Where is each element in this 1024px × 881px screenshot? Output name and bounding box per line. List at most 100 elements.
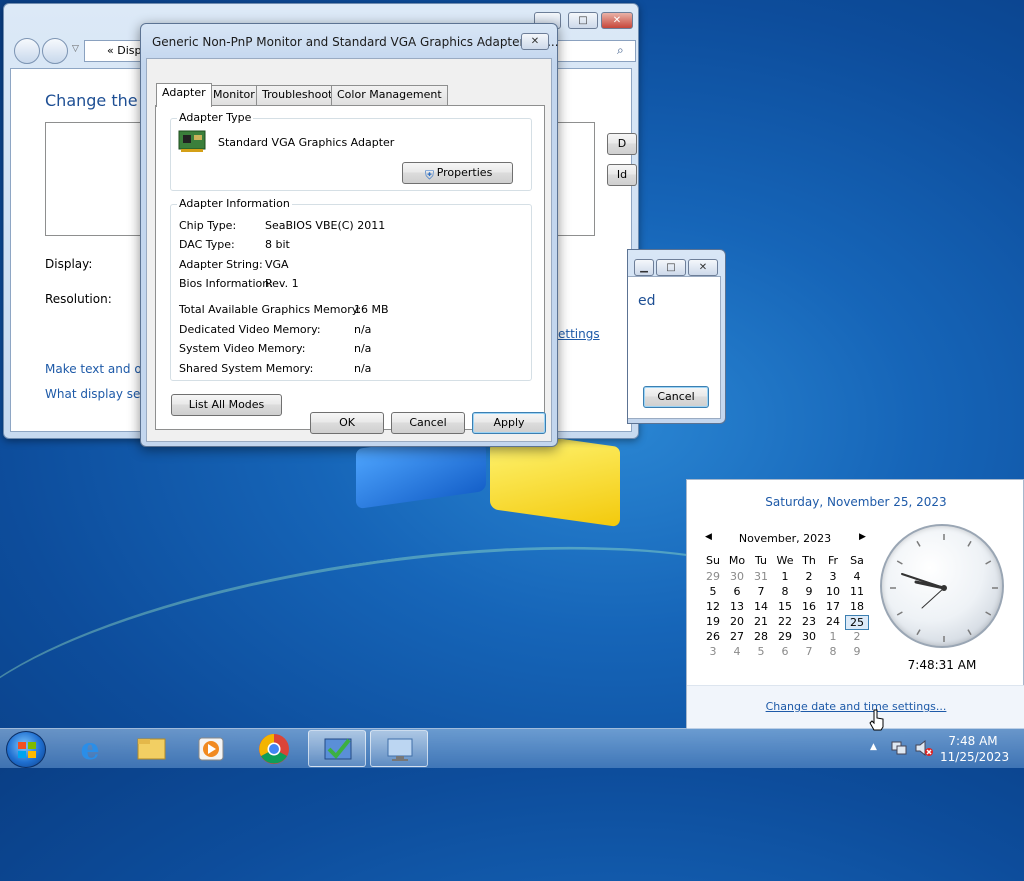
detect-button[interactable]: D xyxy=(607,133,637,155)
calendar-day[interactable]: 30 xyxy=(725,570,749,583)
calendar-day[interactable]: 28 xyxy=(749,630,773,643)
list-all-modes-button[interactable]: List All Modes xyxy=(171,394,282,416)
close-button[interactable]: ✕ xyxy=(601,12,633,29)
display-settings-task-icon[interactable] xyxy=(370,730,428,767)
calendar-day[interactable]: 22 xyxy=(773,615,797,628)
calendar-day[interactable]: 4 xyxy=(725,645,749,658)
calendar-day[interactable]: 8 xyxy=(821,645,845,658)
cancel-button[interactable]: Cancel xyxy=(643,386,709,408)
calendar-day[interactable]: 23 xyxy=(797,615,821,628)
text-size-link[interactable]: Make text and oth xyxy=(45,362,154,376)
calendar-day[interactable]: 1 xyxy=(821,630,845,643)
calendar-day[interactable]: 8 xyxy=(773,585,797,598)
calendar-day[interactable]: 1 xyxy=(773,570,797,583)
dialog-body: Adapter Monitor Troubleshoot Color Manag… xyxy=(146,58,552,442)
volume-muted-icon[interactable] xyxy=(914,739,934,757)
calendar-day[interactable]: 12 xyxy=(701,600,725,613)
search-icon[interactable]: ⌕ xyxy=(617,43,624,58)
identify-button[interactable]: Id xyxy=(607,164,637,186)
apply-button[interactable]: Apply xyxy=(472,412,546,434)
calendar-day[interactable]: 29 xyxy=(701,570,725,583)
calendar-day[interactable]: 16 xyxy=(797,600,821,613)
dialog-title: Generic Non-PnP Monitor and Standard VGA… xyxy=(152,35,559,49)
calendar-day[interactable]: 7 xyxy=(749,585,773,598)
maximize-button[interactable]: □ xyxy=(568,12,598,29)
calendar-day[interactable]: 19 xyxy=(701,615,725,628)
group-label: Adapter Information xyxy=(177,197,292,210)
calendar-day[interactable]: 31 xyxy=(749,570,773,583)
taskbar-clock[interactable]: 7:48 AM 11/25/2023 xyxy=(940,733,1009,765)
calendar-day[interactable]: 2 xyxy=(845,630,869,643)
change-date-time-settings-link[interactable]: Change date and time settings... xyxy=(687,700,1024,713)
file-explorer-icon[interactable] xyxy=(122,730,180,767)
network-icon[interactable] xyxy=(890,739,908,757)
calendar-day[interactable]: 3 xyxy=(701,645,725,658)
calendar-day[interactable]: 26 xyxy=(701,630,725,643)
calendar-day[interactable]: 17 xyxy=(821,600,845,613)
calendar-day[interactable]: 2 xyxy=(797,570,821,583)
properties-button[interactable]: ⛨ Properties xyxy=(402,162,513,184)
tab-monitor[interactable]: Monitor xyxy=(207,85,261,105)
hand-cursor-icon xyxy=(869,709,884,731)
calendar-day[interactable]: 25 xyxy=(845,615,869,630)
start-button[interactable] xyxy=(6,731,46,768)
shared-memory-value: n/a xyxy=(354,362,372,375)
properties-task-icon[interactable] xyxy=(308,730,366,767)
next-month-icon[interactable]: ▶ xyxy=(859,532,866,542)
adapter-string-key: Adapter String: xyxy=(179,258,263,271)
calendar-day[interactable]: 20 xyxy=(725,615,749,628)
weekday-header: Fr xyxy=(827,554,839,567)
chevron-down-icon[interactable]: ▽ xyxy=(72,44,79,54)
taskbar-time: 7:48 AM xyxy=(948,734,998,748)
calendar-day[interactable]: 6 xyxy=(773,645,797,658)
system-memory-key: System Video Memory: xyxy=(179,342,306,355)
maximize-button[interactable]: □ xyxy=(656,259,686,276)
month-label[interactable]: November, 2023 xyxy=(687,532,883,545)
calendar-day[interactable]: 9 xyxy=(845,645,869,658)
chrome-icon[interactable] xyxy=(245,730,303,767)
forward-icon[interactable] xyxy=(42,38,68,64)
tab-adapter[interactable]: Adapter xyxy=(156,83,212,107)
close-button[interactable]: ✕ xyxy=(521,33,549,50)
weekday-header: Th xyxy=(802,554,816,567)
analog-clock xyxy=(880,524,1004,648)
calendar-day[interactable]: 24 xyxy=(821,615,845,628)
bios-info-value: Rev. 1 xyxy=(265,277,299,290)
minimize-button[interactable]: ▁ xyxy=(634,259,654,276)
close-button[interactable]: ✕ xyxy=(688,259,718,276)
calendar-day[interactable]: 9 xyxy=(797,585,821,598)
tab-color-management[interactable]: Color Management xyxy=(331,85,448,105)
calendar-day[interactable]: 18 xyxy=(845,600,869,613)
resolution-label: Resolution: xyxy=(45,292,112,306)
calendar-day[interactable]: 14 xyxy=(749,600,773,613)
calendar-day[interactable]: 29 xyxy=(773,630,797,643)
back-icon[interactable] xyxy=(14,38,40,64)
calendar-day[interactable]: 30 xyxy=(797,630,821,643)
calendar-day[interactable]: 7 xyxy=(797,645,821,658)
calendar-day[interactable]: 11 xyxy=(845,585,869,598)
tab-troubleshoot[interactable]: Troubleshoot xyxy=(256,85,339,105)
calendar-day[interactable]: 10 xyxy=(821,585,845,598)
show-hidden-icons[interactable]: ▲ xyxy=(870,742,877,752)
long-date-link[interactable]: Saturday, November 25, 2023 xyxy=(687,495,1024,509)
calendar-day[interactable]: 5 xyxy=(749,645,773,658)
dac-type-value: 8 bit xyxy=(265,238,290,251)
chip-type-key: Chip Type: xyxy=(179,219,237,232)
cancel-button[interactable]: Cancel xyxy=(391,412,465,434)
calendar-day[interactable]: 5 xyxy=(701,585,725,598)
adapter-string-value: VGA xyxy=(265,258,289,271)
calendar-day[interactable]: 6 xyxy=(725,585,749,598)
internet-explorer-icon[interactable]: e xyxy=(61,730,119,767)
calendar-day[interactable]: 27 xyxy=(725,630,749,643)
calendar-day[interactable]: 15 xyxy=(773,600,797,613)
calendar-day[interactable]: 13 xyxy=(725,600,749,613)
calendar-day[interactable]: 3 xyxy=(821,570,845,583)
calendar-day[interactable]: 21 xyxy=(749,615,773,628)
calendar-day[interactable]: 4 xyxy=(845,570,869,583)
ok-button[interactable]: OK xyxy=(310,412,384,434)
advanced-settings-link[interactable]: ettings xyxy=(558,327,600,341)
secondary-dialog: ▁ □ ✕ ed Cancel xyxy=(627,249,726,424)
flyout-footer: Change date and time settings... xyxy=(687,685,1024,729)
media-player-icon[interactable] xyxy=(182,730,240,767)
total-memory-key: Total Available Graphics Memory: xyxy=(179,303,362,316)
